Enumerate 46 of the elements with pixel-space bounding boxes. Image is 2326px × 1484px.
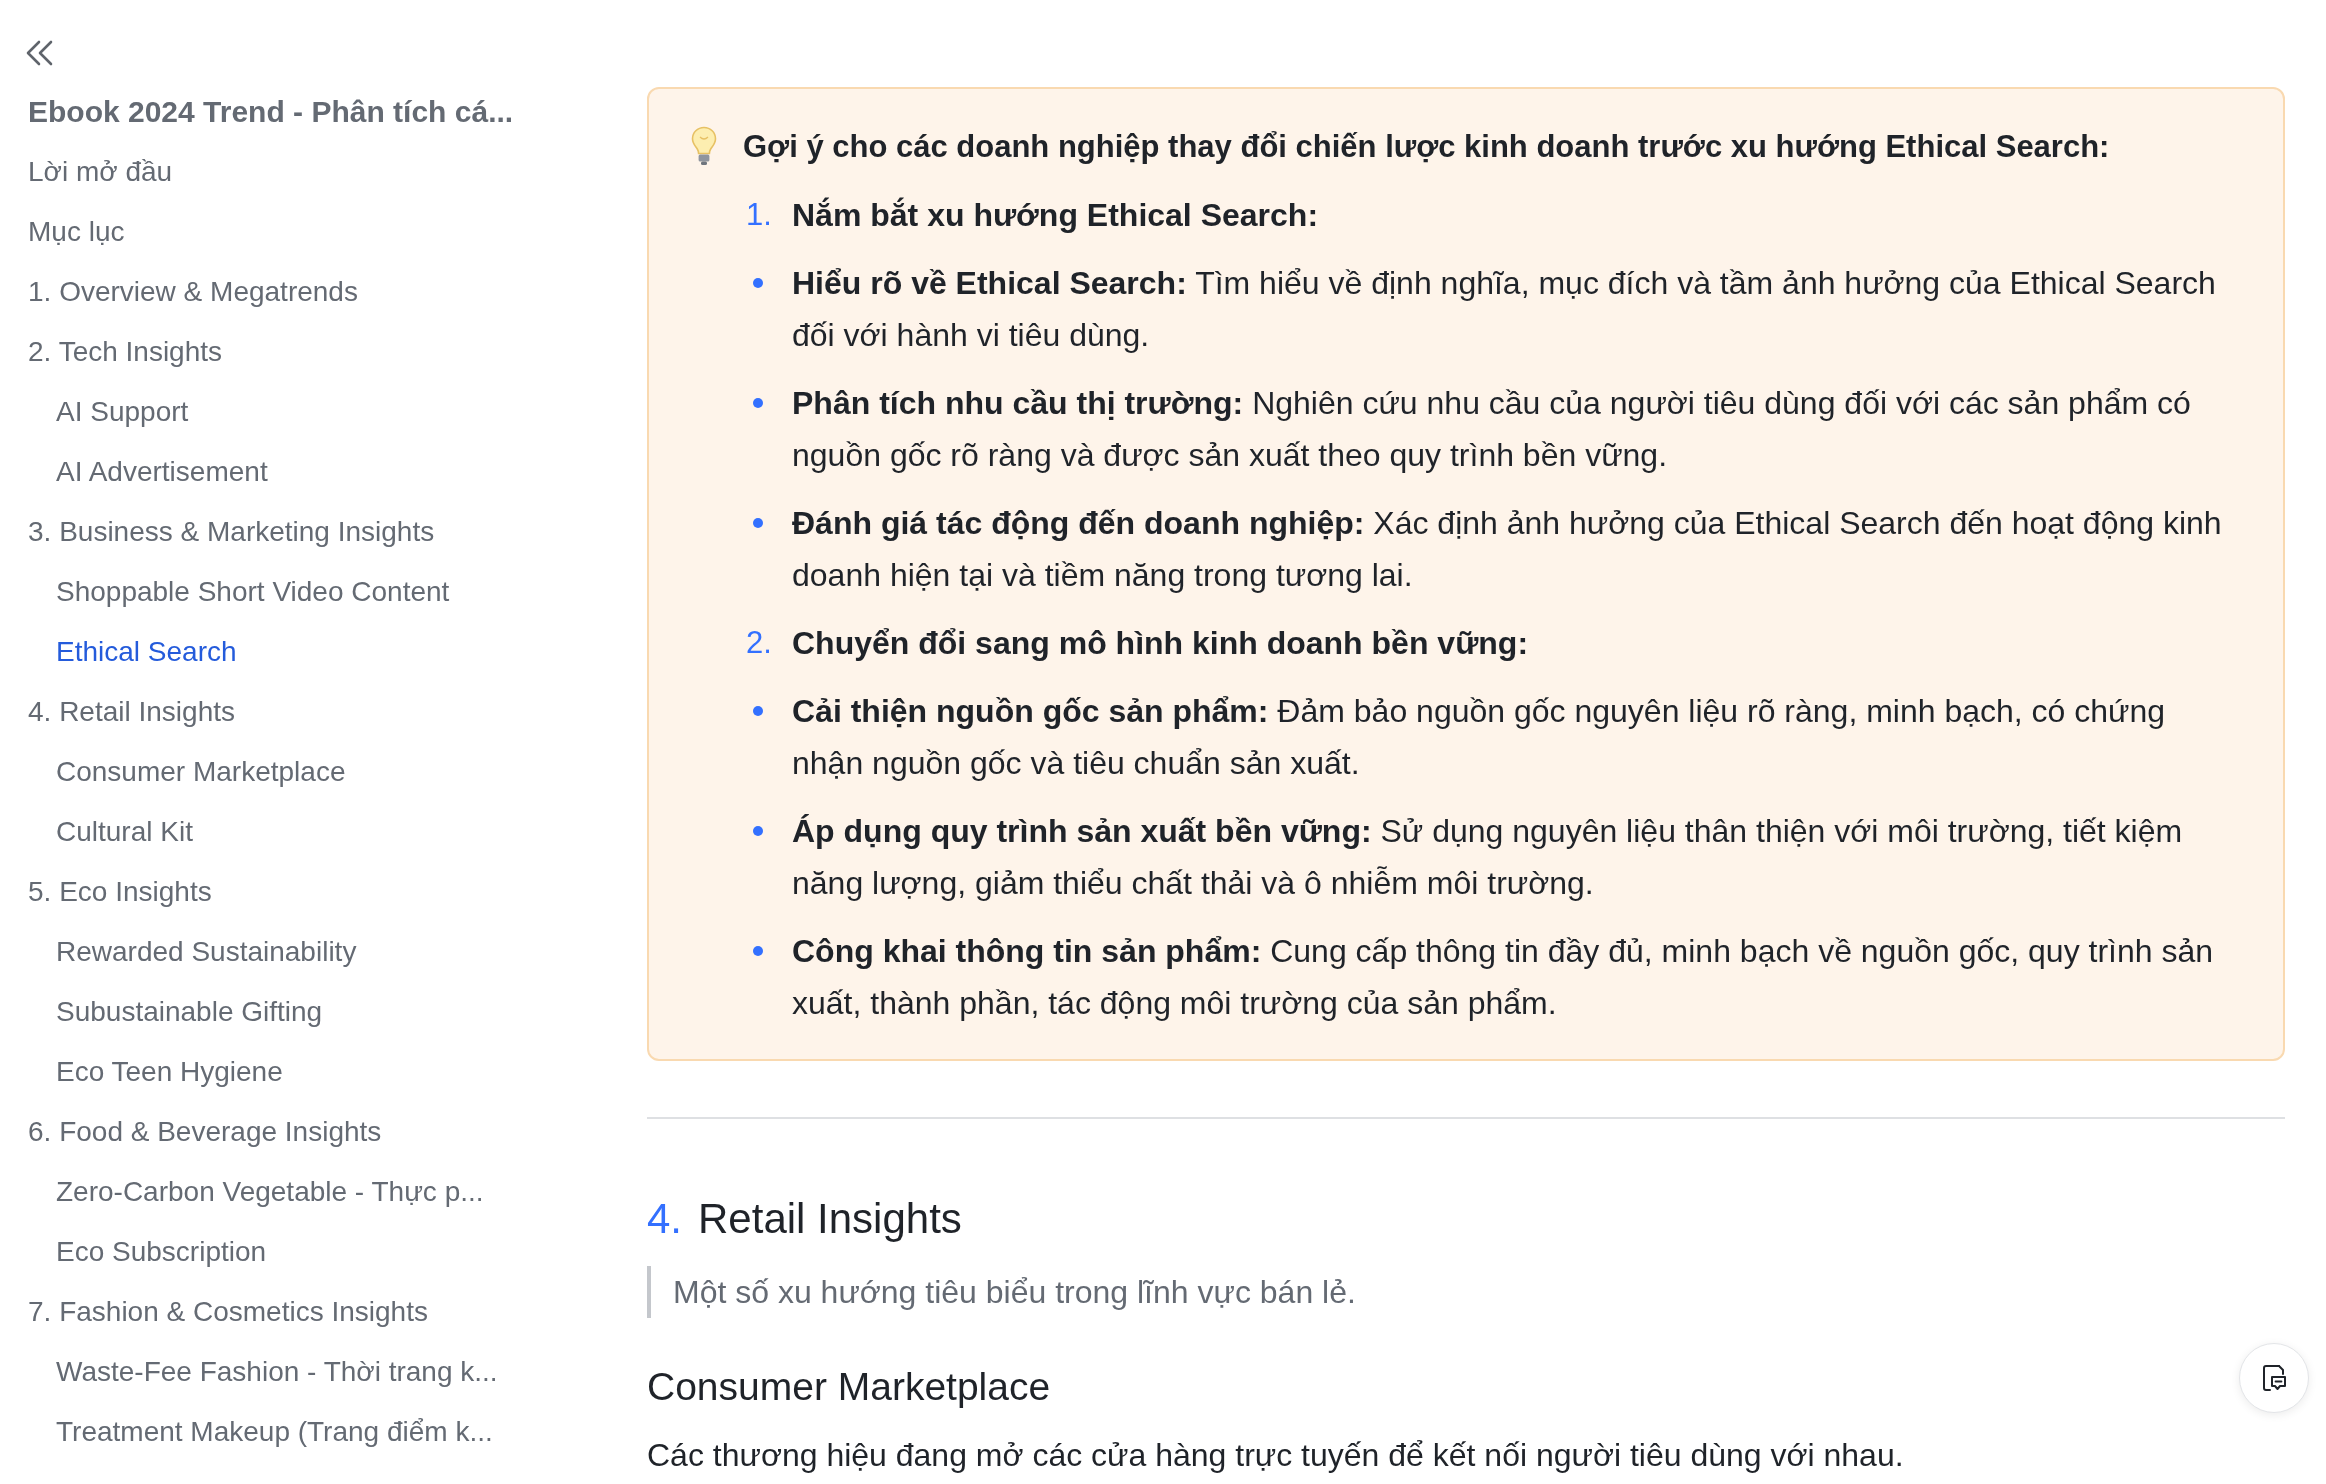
lightbulb-icon xyxy=(691,126,717,166)
list-item-text: Hiểu rõ về Ethical Search: Tìm hiểu về định nghĩa, mục đích và tầm ảnh hưởng của Ethical Search đối với hành vi tiêu dùng. xyxy=(792,264,2217,355)
callout-title: Gợi ý cho các doanh nghiệp thay đổi chiến lược kinh doanh trước xu hướng Ethical Search: xyxy=(743,128,2110,166)
bullet-icon xyxy=(753,946,763,956)
bullet-icon xyxy=(753,826,763,836)
list-number: 1. xyxy=(746,196,772,234)
sidebar-item[interactable]: AI Advertisement xyxy=(56,442,268,502)
sidebar-item[interactable]: Zero-Carbon Vegetable - Thực p... xyxy=(56,1162,484,1222)
subheading: Consumer Marketplace xyxy=(647,1364,1051,1410)
sidebar-item[interactable]: Subustainable Gifting xyxy=(56,982,323,1042)
sidebar-item[interactable]: Waste-Fee Fashion - Thời trang k... xyxy=(56,1342,498,1402)
blockquote-text: Một số xu hướng tiêu biểu trong lĩnh vực bán lẻ. xyxy=(647,1266,1356,1318)
list-item-text: Cải thiện nguồn gốc sản phẩm: Đảm bảo nguồn gốc nguyên liệu rõ ràng, minh bạch, có chứng nhận nguồn gốc và tiêu chuẩn sản xuất. xyxy=(792,692,2167,783)
sidebar-item[interactable]: Rewarded Sustainability xyxy=(56,922,357,982)
sidebar-item[interactable]: Lời mở đầu xyxy=(28,142,173,202)
sidebar-item[interactable]: 3. Business & Marketing Insights xyxy=(28,502,435,562)
paragraph: Các thương hiệu đang mở các cửa hàng trực tuyến để kết nối người tiêu dùng với nhau. xyxy=(647,1436,1904,1475)
section-number: 4. xyxy=(647,1194,683,1244)
sidebar-item[interactable]: 1. Overview & Megatrends xyxy=(28,262,358,322)
sidebar-item[interactable]: Treatment Makeup (Trang điểm k... xyxy=(56,1402,493,1462)
bullet-icon xyxy=(753,398,763,408)
list-heading: Nắm bắt xu hướng Ethical Search: xyxy=(792,196,1320,235)
sidebar-item[interactable]: Ethical Search xyxy=(56,622,237,682)
sidebar-item[interactable]: Consumer Marketplace xyxy=(56,742,346,802)
bullet-icon xyxy=(753,706,763,716)
list-item-text: Phân tích nhu cầu thị trường: Nghiên cứu nhu cầu của người tiêu dùng đối với các sản phẩm có nguồn gốc rõ ràng và được sản xuất theo quy trình bền vững. xyxy=(792,384,2192,475)
sidebar-item[interactable]: Cultural Kit xyxy=(56,802,193,862)
section-heading: Retail Insights xyxy=(698,1194,962,1244)
sidebar-item[interactable]: 7. Fashion & Cosmetics Insights xyxy=(28,1282,428,1342)
sidebar-item[interactable]: Eco Subscription xyxy=(56,1222,267,1282)
sidebar-item[interactable]: 6. Food & Beverage Insights xyxy=(28,1102,382,1162)
sidebar-item[interactable]: AI Support xyxy=(56,382,189,442)
list-heading: Chuyển đổi sang mô hình kinh doanh bền vững: xyxy=(792,624,1530,663)
list-item-text: Công khai thông tin sản phẩm: Cung cấp thông tin đầy đủ, minh bạch về nguồn gốc, quy trình sản xuất, thành phần, tác động môi trường của sản phẩm. xyxy=(792,932,2215,1023)
sidebar-item[interactable]: 4. Retail Insights xyxy=(28,682,235,742)
sidebar-item[interactable]: Mục lục xyxy=(28,202,125,262)
sidebar-item[interactable]: Eco Teen Hygiene xyxy=(56,1042,283,1102)
document-title[interactable]: Ebook 2024 Trend - Phân tích cá... xyxy=(28,82,514,142)
list-item-text: Áp dụng quy trình sản xuất bền vững: Sử dụng nguyên liệu thân thiện với môi trường, tiết kiệm năng lượng, giảm thiểu chất thải và ô nhiễm môi trường. xyxy=(792,812,2184,903)
bullet-icon xyxy=(753,278,763,288)
sidebar-item[interactable]: 2. Tech Insights xyxy=(28,322,223,382)
sidebar-item[interactable]: Shoppable Short Video Content xyxy=(56,562,450,622)
bullet-icon xyxy=(753,518,763,528)
sidebar-item[interactable]: 5. Eco Insights xyxy=(28,862,212,922)
list-number: 2. xyxy=(746,624,772,662)
list-item-text: Đánh giá tác động đến doanh nghiệp: Xác định ảnh hưởng của Ethical Search đến hoạt động kinh doanh hiện tại và tiềm năng trong tương lai. xyxy=(792,504,2223,595)
